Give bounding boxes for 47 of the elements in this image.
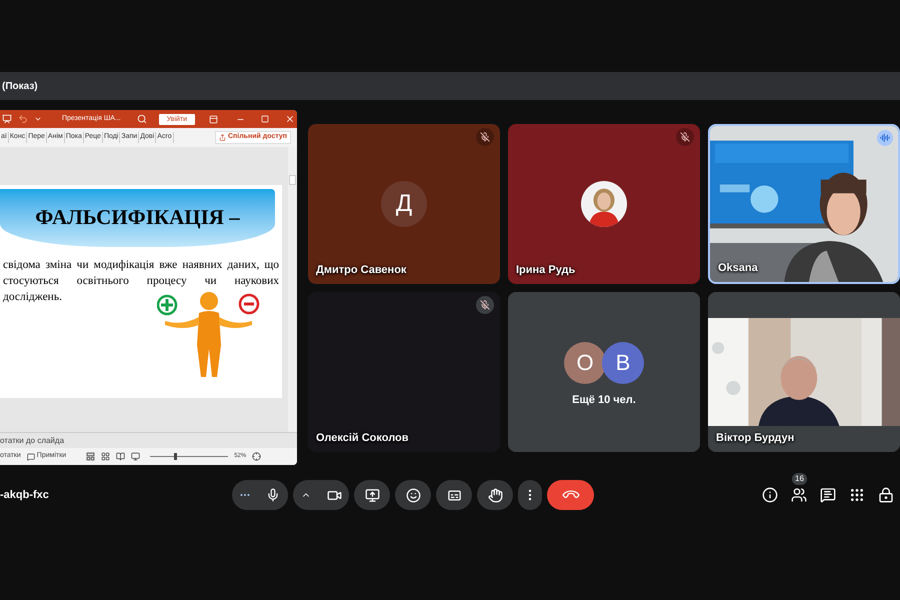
captions-icon — [446, 488, 462, 502]
apps-icon[interactable] — [849, 487, 865, 503]
fit-to-window-icon[interactable] — [252, 452, 262, 461]
grid-view-icon[interactable] — [101, 452, 110, 461]
participant-name: Дмитро Савенок — [316, 262, 406, 278]
participant-name: Віктор Бурдун — [716, 430, 794, 446]
avatar: Д — [381, 181, 427, 227]
meeting-code: -akqb-fxc — [0, 488, 50, 503]
present-screen-button[interactable] — [354, 480, 390, 510]
host-controls-icon[interactable] — [878, 487, 894, 503]
scrollbar[interactable] — [288, 147, 297, 432]
ribbon-display-icon[interactable] — [209, 114, 218, 124]
people-icon[interactable] — [791, 487, 807, 503]
reactions-button[interactable] — [395, 480, 431, 510]
captions-button[interactable] — [436, 480, 472, 510]
raise-hand-button[interactable] — [477, 480, 513, 510]
zoom-slider-thumb[interactable] — [174, 453, 177, 460]
close-icon[interactable] — [285, 114, 296, 124]
undo-icon[interactable] — [18, 114, 28, 124]
normal-view-icon[interactable] — [86, 452, 96, 461]
zoom-slider[interactable] — [150, 453, 228, 460]
search-icon[interactable] — [136, 114, 147, 124]
participant-name: Олексій Соколов — [316, 430, 409, 446]
presentation-icon[interactable] — [2, 114, 12, 124]
hand-icon — [488, 488, 502, 502]
avatar: О — [564, 342, 606, 384]
microphone-icon — [266, 488, 280, 502]
more-participants-label: Ещё 10 чел. — [572, 392, 636, 408]
end-call-button[interactable] — [547, 480, 594, 510]
avatar: В — [602, 342, 644, 384]
slideshow-icon[interactable] — [131, 452, 140, 461]
chat-icon[interactable] — [820, 487, 836, 503]
caret-icon[interactable] — [34, 115, 42, 123]
slide-title: ФАЛЬСИФІКАЦІЯ – — [35, 204, 240, 232]
info-icon[interactable] — [762, 487, 778, 503]
reading-view-icon[interactable] — [116, 452, 126, 461]
share-icon — [218, 134, 226, 141]
smiley-icon — [406, 488, 420, 502]
comment-icon — [26, 452, 35, 460]
slide-text: свідома зміна чи модифікація вже наявних даних, що стосуються освітнього процесу чи наукових досліджень. — [3, 258, 279, 305]
participant-count-badge: 16 — [792, 473, 807, 485]
participant-name: Oksana — [718, 260, 758, 276]
screen-share-icon — [364, 488, 380, 502]
maximize-icon[interactable] — [261, 115, 270, 123]
more-options-button[interactable] — [518, 480, 542, 510]
presentation-title: (Показ) — [2, 80, 38, 94]
participant-name: Ірина Рудь — [516, 262, 576, 278]
